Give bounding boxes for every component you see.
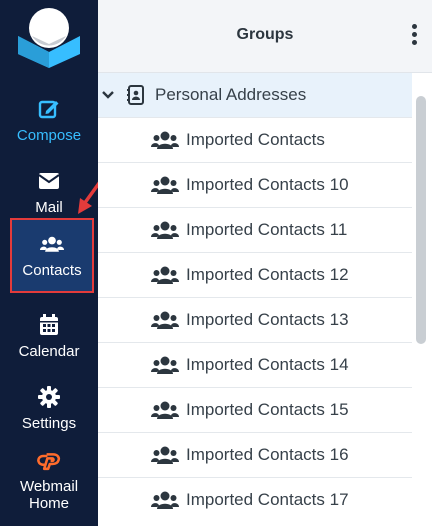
group-row[interactable]: Imported Contacts	[98, 117, 412, 162]
group-row[interactable]: Imported Contacts 17	[98, 477, 412, 522]
group-row[interactable]: Imported Contacts 12	[98, 252, 412, 297]
group-label: Imported Contacts 12	[186, 265, 349, 284]
group-icon	[151, 491, 179, 509]
group-label: Imported Contacts 13	[186, 310, 349, 329]
more-options-icon[interactable]	[410, 24, 418, 48]
group-icon	[151, 266, 179, 284]
groups-scrollbar[interactable]	[416, 80, 426, 526]
group-label: Imported Contacts 11	[186, 220, 348, 239]
group-row[interactable]: Imported Contacts 15	[98, 387, 412, 432]
group-icon	[151, 446, 179, 464]
cpanel-icon	[37, 448, 61, 472]
group-label: Imported Contacts 15	[186, 400, 349, 419]
nav-compose[interactable]: Compose	[0, 84, 98, 156]
nav-settings[interactable]: Settings	[0, 372, 98, 444]
nav-contacts-label: Contacts	[22, 262, 82, 279]
group-row[interactable]: Imported Contacts 16	[98, 432, 412, 477]
group-row[interactable]: Imported Contacts 14	[98, 342, 412, 387]
nav-compose-label: Compose	[16, 126, 82, 144]
addressbook-label: Personal Addresses	[155, 85, 307, 104]
group-label: Imported Contacts	[186, 130, 325, 149]
groups-title: Groups	[236, 26, 294, 43]
group-label: Imported Contacts 17	[186, 490, 349, 509]
group-row[interactable]: Imported Contacts 11	[98, 207, 412, 252]
group-icon	[151, 401, 179, 419]
group-icon	[151, 176, 179, 194]
group-icon	[151, 356, 179, 374]
compose-icon	[37, 97, 61, 121]
group-row[interactable]: Imported Contacts 10	[98, 162, 412, 207]
scrollbar-thumb[interactable]	[416, 96, 426, 344]
groups-panel: Groups Personal Addresses Imported Conta…	[98, 0, 432, 526]
group-icon	[151, 131, 179, 149]
chevron-down-icon[interactable]	[102, 88, 116, 102]
gear-icon	[37, 385, 61, 409]
group-icon	[151, 311, 179, 329]
address-book-icon	[127, 85, 144, 105]
nav-settings-label: Settings	[21, 414, 77, 432]
calendar-icon	[37, 313, 61, 337]
nav-mail[interactable]: Mail	[0, 156, 98, 228]
group-label: Imported Contacts 14	[186, 355, 349, 374]
roundcube-logo[interactable]	[14, 4, 84, 70]
addressbook-row[interactable]: Personal Addresses	[98, 73, 412, 117]
nav-webmail-home-label: Webmail Home	[19, 478, 79, 512]
groups-list: Personal Addresses Imported Contacts Imp…	[98, 73, 412, 526]
group-icon	[151, 221, 179, 239]
nav-webmail-home[interactable]: Webmail Home	[0, 444, 98, 516]
nav-mail-label: Mail	[35, 198, 63, 216]
group-label: Imported Contacts 10	[186, 175, 349, 194]
group-label: Imported Contacts 16	[186, 445, 349, 464]
nav-contacts[interactable]: Contacts	[12, 220, 92, 291]
nav-calendar-label: Calendar	[18, 342, 80, 360]
envelope-icon	[37, 169, 61, 193]
sidebar: Compose Mail Contacts Calendar Settings …	[0, 0, 112, 526]
users-icon	[40, 232, 64, 256]
nav-calendar[interactable]: Calendar	[0, 300, 98, 372]
groups-header: Groups	[98, 0, 432, 73]
group-row[interactable]: Imported Contacts 13	[98, 297, 412, 342]
